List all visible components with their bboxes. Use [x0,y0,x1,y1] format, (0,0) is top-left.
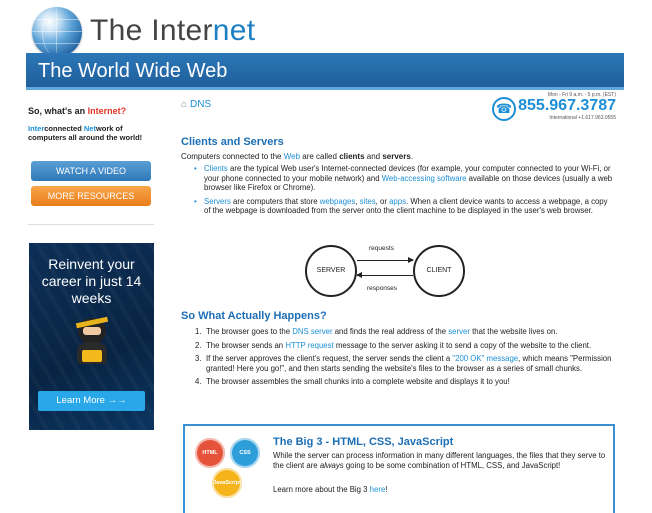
banner-title: The World Wide Web [38,60,228,82]
http-request-link[interactable]: HTTP request [285,341,333,350]
site-title-prefix: The Inter [90,14,213,47]
intro-servers: servers [382,152,411,161]
requests-arrow [357,257,414,263]
server-link[interactable]: server [448,327,470,336]
sites-link[interactable]: sites [360,197,376,206]
web-accessing-software-link[interactable]: Web-accessing software [382,174,467,183]
client-server-diagram: SERVER CLIENT requests responses [305,238,465,300]
big3-learn-more: Learn more about the Big 3 here! [273,485,387,494]
clients-servers-heading: Clients and Servers [181,136,284,148]
phone-icon: ☎ [492,97,516,121]
list-item: 3. If the server approves the client's re… [195,354,615,373]
big3-heading: The Big 3 - HTML, CSS, JavaScript [273,436,454,448]
css-badge-icon: CSS [230,438,260,468]
responses-label: responses [367,285,397,292]
step-text: message to the server asking it to send … [333,340,592,350]
list-item: 4. The browser assembles the small chunks… [195,377,615,387]
step-text: that the website lives on. [469,327,558,336]
sidebar: So, what's an Internet? Interconnected N… [28,100,154,225]
servers-link[interactable]: Servers [204,197,231,206]
desc-net: Net [83,124,96,133]
career-ad[interactable]: Reinvent your career in just 14 weeks Le… [29,243,154,430]
intro-text: are called [300,152,340,161]
step-text: If the server approves the client's requ… [206,354,453,363]
200-ok-link[interactable]: "200 OK" message [452,354,518,363]
step-text: and finds the real address of the [332,327,449,336]
what-happens-heading: So What Actually Happens? [181,310,327,322]
list-item: Clients are the typical Web user's Inter… [193,164,615,193]
globe-logo-icon[interactable] [32,7,82,57]
web-link[interactable]: Web [284,152,300,161]
list-item: 2. The browser sends an HTTP request mess… [195,341,615,351]
step-number: 2. [195,340,202,350]
sidebar-divider [28,224,154,225]
step-text: The browser sends an [206,340,286,350]
learn-more-button[interactable]: Learn More →→ [38,391,145,411]
step-number: 3. [195,354,202,363]
sidebar-question: So, what's an Internet? [28,106,154,116]
desc-text-1: connected [44,124,84,133]
phone-number[interactable]: 855.967.3787 [518,97,616,115]
intro-text: and [364,152,383,161]
clients-servers-list: Clients are the typical Web user's Inter… [193,164,615,220]
page-banner: The World Wide Web [26,53,624,90]
step-number: 4. [195,377,202,386]
html-badge-icon: HTML [195,438,225,468]
intro-text: Computers connected to the [181,152,284,161]
steps-list: 1. The browser goes to the DNS server and… [195,327,615,391]
bullet-text: , or [375,196,390,206]
ninja-mascot-icon [73,316,111,366]
breadcrumb-dns[interactable]: DNS [190,99,211,110]
question-text: So, what's an [28,106,88,116]
ad-text: Reinvent your career in just 14 weeks [41,256,142,306]
site-title-accent: net [212,14,256,47]
apps-link[interactable]: apps [389,197,406,206]
client-node: CLIENT [413,245,465,297]
big3-body: While the server can process information… [273,451,613,470]
international-number: International +1.617.963.0555 [549,115,616,121]
step-number: 1. [195,327,202,336]
big3-text: ! [385,485,388,494]
site-title[interactable]: The Internet [90,14,255,48]
intro-text: . [410,152,414,161]
step-text: The browser assembles the small chunks i… [206,377,510,386]
contact-block: ☎ Mon - Fri 9 a.m. - 5 p.m. (EST) 855.96… [490,92,616,126]
big3-callout: HTML CSS JavaScript The Big 3 - HTML, CS… [183,424,615,513]
big3-text: Learn more about the Big 3 [273,485,370,494]
clients-link[interactable]: Clients [204,164,228,173]
javascript-badge-icon: JavaScript [212,468,242,498]
server-node: SERVER [305,245,357,297]
bullet-text: are computers that store [230,196,320,206]
home-icon[interactable]: ⌂ [181,99,187,110]
responses-arrow [356,272,413,278]
big3-always: always [319,460,344,470]
list-item: Servers are computers that store webpage… [193,197,615,216]
step-text: The browser goes to the [206,327,293,336]
big3-here-link[interactable]: here [370,485,386,494]
webpages-link[interactable]: webpages [320,197,356,206]
sidebar-description: Interconnected Network of computers all … [28,124,154,142]
dns-server-link[interactable]: DNS server [292,327,332,336]
clients-servers-intro: Computers connected to the Web are calle… [181,152,413,161]
desc-inter: Inter [28,124,45,133]
big3-text: going to be some combination of HTML, CS… [343,460,561,470]
list-item: 1. The browser goes to the DNS server and… [195,327,615,337]
question-link[interactable]: Internet? [88,106,127,116]
intro-clients: clients [339,152,365,161]
more-resources-button[interactable]: MORE RESOURCES [31,186,151,206]
watch-video-button[interactable]: WATCH A VIDEO [31,161,151,181]
breadcrumb: ⌂ DNS [181,99,211,110]
requests-label: requests [369,245,394,252]
